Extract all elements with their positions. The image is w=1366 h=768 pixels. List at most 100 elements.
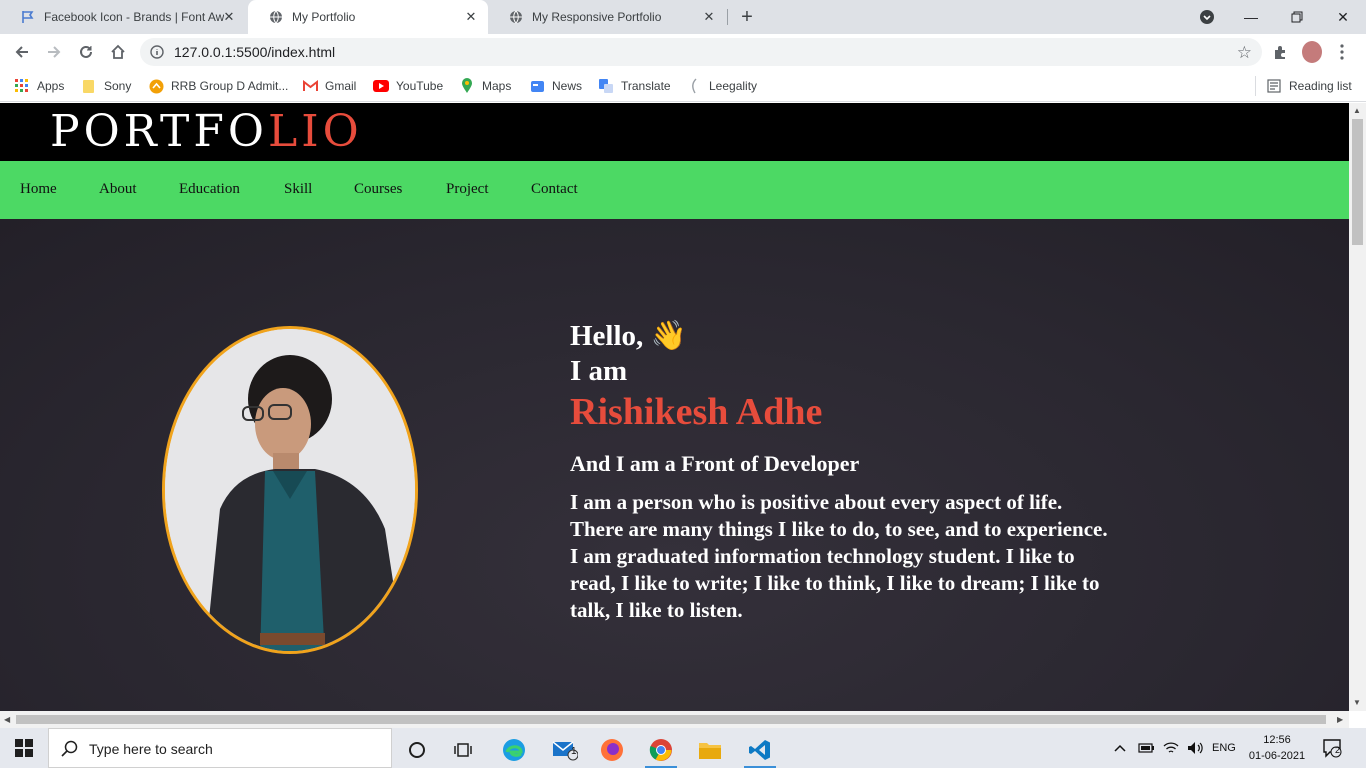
bookmark-maps[interactable]: Maps: [459, 76, 511, 96]
bookmark-label: Maps: [482, 79, 512, 93]
taskbar-vscode[interactable]: [740, 732, 780, 768]
back-button[interactable]: [8, 38, 36, 66]
site-logo[interactable]: PORTFOLIO: [50, 106, 363, 157]
address-bar[interactable]: 127.0.0.1:5500/index.html ☆: [140, 38, 1262, 66]
home-button[interactable]: [104, 38, 132, 66]
bookmark-rrb[interactable]: RRB Group D Admit...: [148, 76, 288, 96]
firefox-icon: [601, 739, 623, 761]
leegality-icon: [686, 78, 702, 94]
tab-title: My Responsive Portfolio: [532, 10, 662, 24]
site-info-icon[interactable]: [150, 45, 164, 64]
volume-icon[interactable]: [1187, 728, 1205, 768]
bookmark-label: Leegality: [709, 79, 758, 93]
new-tab-button[interactable]: +: [736, 7, 758, 29]
nav-courses[interactable]: Courses: [354, 181, 402, 198]
close-window-button[interactable]: ✕: [1320, 0, 1366, 34]
bookmark-label: News: [552, 79, 583, 93]
show-hidden-icons-button[interactable]: [1114, 728, 1126, 768]
search-icon: [61, 740, 79, 763]
translate-icon: [598, 78, 614, 94]
edge-icon: [503, 739, 525, 761]
bookmark-star-icon[interactable]: ☆: [1237, 43, 1252, 63]
wifi-icon[interactable]: [1163, 728, 1179, 768]
action-center-button[interactable]: 2: [1322, 728, 1342, 768]
chevron-up-icon: [1114, 744, 1126, 752]
tab-my-responsive-portfolio[interactable]: My Responsive Portfolio ✕: [488, 0, 726, 34]
hero-text: Hello, 👋 I am Rishikesh Adhe And I am a …: [570, 319, 1110, 624]
reload-button[interactable]: [72, 38, 100, 66]
chrome-icon: [649, 739, 672, 761]
about-paragraph: I am a person who is positive about ever…: [570, 490, 1108, 622]
site-header: PORTFOLIO: [0, 103, 1349, 161]
horizontal-scroll-thumb[interactable]: [16, 715, 1326, 724]
bookmark-youtube[interactable]: YouTube: [373, 76, 443, 96]
bookmark-label: Translate: [621, 79, 671, 93]
nav-home[interactable]: Home: [20, 181, 57, 198]
vertical-scrollbar[interactable]: ▲ ▼: [1349, 103, 1366, 711]
taskbar-search-box[interactable]: Type here to search: [48, 728, 392, 768]
person-name: Rishikesh Adhe: [570, 391, 823, 433]
taskbar-file-explorer[interactable]: [690, 732, 730, 768]
bookmark-translate[interactable]: Translate: [598, 76, 671, 96]
bookmark-label: Sony: [104, 79, 132, 93]
task-view-button[interactable]: [443, 732, 483, 768]
taskbar-firefox[interactable]: [592, 732, 632, 768]
bookmarks-separator: [1255, 76, 1256, 96]
nav-project[interactable]: Project: [446, 181, 489, 198]
cortana-button[interactable]: [397, 732, 437, 768]
role-heading: And I am a Front of Developer: [570, 451, 860, 476]
avatar: [1302, 41, 1322, 63]
close-tab-icon[interactable]: ✕: [702, 10, 716, 24]
bookmark-label: Apps: [37, 79, 65, 93]
minimize-button[interactable]: —: [1228, 0, 1274, 34]
scroll-right-arrow-icon[interactable]: ▶: [1337, 715, 1343, 724]
tab-facebook-icon[interactable]: Facebook Icon - Brands | Font Aw ✕: [0, 0, 246, 34]
tab-my-portfolio[interactable]: My Portfolio ✕: [248, 0, 488, 34]
bookmark-apps[interactable]: Apps: [14, 76, 64, 96]
bookmark-gmail[interactable]: Gmail: [302, 76, 356, 96]
scroll-left-arrow-icon[interactable]: ◀: [4, 715, 10, 724]
menu-kebab-icon[interactable]: [1332, 42, 1352, 62]
profile-photo: [162, 326, 418, 654]
site-navigation: Home About Education Skill Courses Proje…: [0, 161, 1349, 219]
scroll-down-arrow-icon[interactable]: ▼: [1353, 698, 1361, 707]
nav-skill[interactable]: Skill: [284, 181, 312, 198]
close-tab-icon[interactable]: ✕: [222, 10, 236, 24]
folder-icon: [81, 78, 97, 94]
language-indicator[interactable]: ENG: [1212, 728, 1236, 768]
logo-main-text: PORTFO: [50, 106, 268, 157]
gmail-icon: [302, 78, 318, 94]
windows-taskbar: Type here to search 1 ENG 12:56 01-06-20…: [0, 728, 1366, 768]
restore-button[interactable]: [1274, 0, 1320, 34]
profile-avatar[interactable]: [1302, 41, 1322, 63]
extensions-icon[interactable]: [1270, 42, 1290, 62]
nav-contact[interactable]: Contact: [531, 181, 578, 198]
close-tab-icon[interactable]: ✕: [464, 10, 478, 24]
horizontal-scrollbar[interactable]: ◀ ▶: [0, 711, 1349, 728]
bookmark-sony[interactable]: Sony: [81, 76, 131, 96]
taskbar-edge[interactable]: [494, 732, 534, 768]
folder-icon: [699, 743, 721, 759]
system-clock[interactable]: 12:56 01-06-2021: [1246, 732, 1308, 764]
bookmark-leegality[interactable]: Leegality: [686, 76, 757, 96]
nav-about[interactable]: About: [99, 181, 137, 198]
scroll-up-arrow-icon[interactable]: ▲: [1353, 106, 1361, 115]
forward-button[interactable]: [40, 38, 68, 66]
tab-search-button[interactable]: [1184, 0, 1230, 34]
bookmark-news[interactable]: News: [529, 76, 582, 96]
taskbar-mail[interactable]: 1: [545, 732, 585, 768]
nav-education[interactable]: Education: [179, 181, 240, 198]
reading-list-button[interactable]: Reading list: [1266, 76, 1352, 96]
globe-icon: [268, 9, 284, 25]
task-view-icon: [454, 743, 472, 757]
battery-icon[interactable]: [1138, 728, 1156, 768]
bookmarks-bar: Apps Sony RRB Group D Admit... Gmail You…: [0, 70, 1366, 102]
start-button[interactable]: [0, 728, 48, 768]
bookmark-label: Gmail: [325, 79, 357, 93]
flag-icon: [20, 9, 36, 25]
taskbar-chrome[interactable]: [641, 732, 681, 768]
page-viewport: PORTFOLIO Home About Education Skill Cou…: [0, 103, 1349, 711]
search-placeholder: Type here to search: [89, 741, 213, 757]
vertical-scroll-thumb[interactable]: [1352, 119, 1363, 245]
bookmark-label: YouTube: [396, 79, 444, 93]
